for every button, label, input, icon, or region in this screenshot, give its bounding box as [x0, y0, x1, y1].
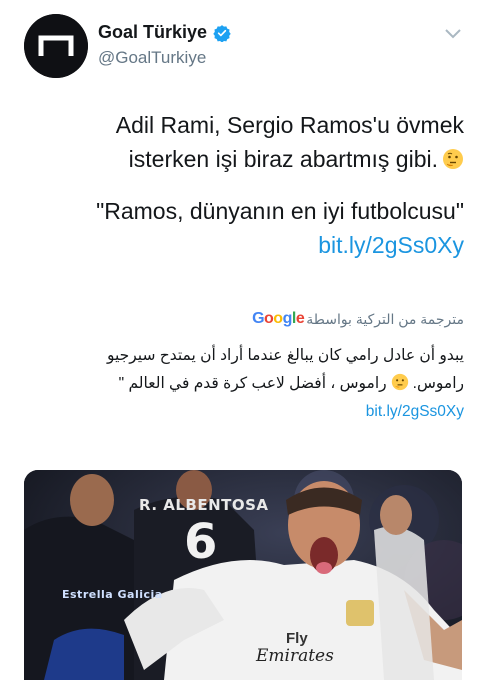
sponsor-badge-text: Estrella Galicia: [62, 588, 163, 601]
name-row: Goal Türkiye: [98, 22, 231, 43]
tweet-line-2: isterken işi biraz abartmış gibi.: [40, 142, 464, 176]
translation-attribution[interactable]: Google مترجمة من التركية بواسطة: [252, 310, 464, 328]
tweet-text: Adil Rami, Sergio Ramos'u övmek isterken…: [40, 108, 464, 262]
tweet-link[interactable]: bit.ly/2gSs0Xy: [318, 232, 464, 258]
translation-line-2: راموس.راموس ، أفضل لاعب كرة قدم في العال…: [118, 373, 464, 392]
avatar[interactable]: [24, 14, 88, 78]
player-number-text: 6: [184, 514, 218, 570]
tweet-page: Goal Türkiye @GoalTurkiye Adil Rami, Ser…: [0, 0, 486, 680]
player-name-text: R. ALBENTOSA: [139, 496, 269, 514]
translation-link[interactable]: bit.ly/2gSs0Xy: [366, 403, 464, 420]
google-logo: Google: [252, 310, 305, 327]
display-name[interactable]: Goal Türkiye: [98, 22, 207, 43]
tweet-line-1: Adil Rami, Sergio Ramos'u övmek: [115, 112, 464, 138]
sponsor-fly-text: Fly: [286, 630, 308, 647]
translated-text: يبدو أن عادل رامي كان يبالغ عندما أراد أ…: [22, 342, 464, 426]
user-handle[interactable]: @GoalTurkiye: [98, 48, 206, 68]
sponsor-emirates-text: Emirates: [256, 646, 334, 666]
verified-badge-icon: [213, 24, 231, 43]
tweet-media-photo[interactable]: R. ALBENTOSA 6 Estrella Galicia Fly Emir…: [24, 470, 462, 680]
thinking-face-emoji: [391, 373, 409, 391]
chevron-down-icon[interactable]: [444, 28, 462, 40]
goal-logo-icon: [24, 14, 88, 78]
translation-label: مترجمة من التركية بواسطة: [306, 310, 464, 327]
translation-line-1: يبدو أن عادل رامي كان يبالغ عندما أراد أ…: [106, 347, 464, 364]
thinking-face-emoji: [442, 145, 464, 169]
tweet-quote: "Ramos, dünyanın en iyi futbolcusu": [96, 198, 464, 224]
